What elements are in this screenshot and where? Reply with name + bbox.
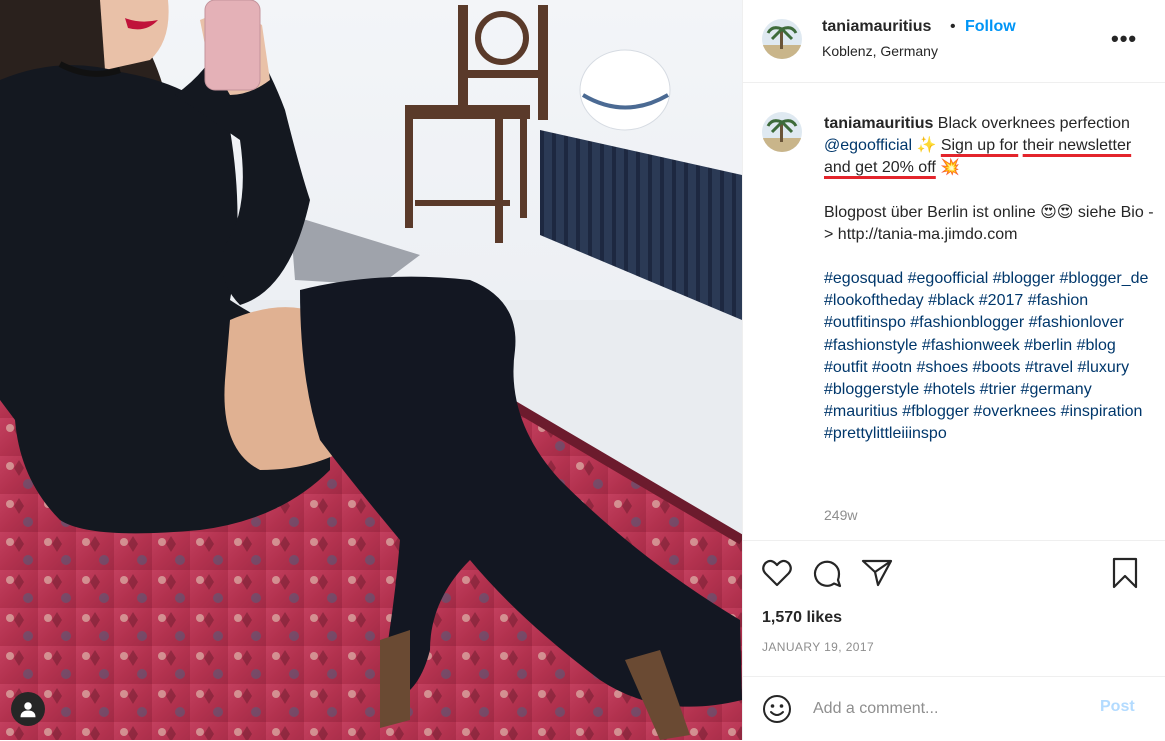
caption-avatar[interactable] — [762, 112, 802, 152]
user-icon — [20, 702, 36, 718]
comment-bar: Post — [743, 676, 1165, 741]
post-photo[interactable] — [0, 0, 742, 740]
boom-emoji: 💥 — [935, 159, 961, 177]
tagged-user-button[interactable] — [11, 692, 45, 726]
follow-button[interactable]: Follow — [965, 18, 1016, 36]
post-side-panel: taniamauritius • Follow Koblenz, Germany… — [742, 0, 1165, 740]
comment-icon[interactable] — [812, 559, 842, 589]
post-caption: taniamauritius Black overknees perfectio… — [824, 113, 1154, 446]
avatar-image — [762, 19, 802, 59]
avatar[interactable] — [762, 19, 802, 59]
avatar-image — [762, 112, 802, 152]
caption-text: Black overknees perfection — [933, 115, 1130, 132]
photo-illustration — [0, 0, 742, 740]
header-username[interactable]: taniamauritius — [822, 18, 931, 36]
mention-link[interactable]: @egoofficial — [824, 137, 912, 154]
bookmark-icon[interactable] — [1112, 557, 1138, 589]
caption-hashtags[interactable]: #egosquad #egoofficial #blogger #blogger… — [824, 268, 1154, 446]
post-comment-button[interactable]: Post — [1100, 698, 1135, 716]
likes-count[interactable]: 1,570 likes — [762, 609, 842, 627]
caption-username[interactable]: taniamauritius — [824, 115, 933, 132]
location-link[interactable]: Koblenz, Germany — [822, 43, 938, 59]
share-icon[interactable] — [861, 559, 893, 587]
sparkle-emoji: ✨ — [912, 137, 937, 155]
more-options-icon[interactable]: ••• — [1111, 26, 1137, 52]
caption-blogpost: Blogpost über Berlin ist online 😍😍 siehe… — [824, 203, 1154, 243]
post-header: taniamauritius • Follow Koblenz, Germany… — [743, 0, 1165, 83]
header-separator: • — [950, 18, 956, 35]
emoji-icon[interactable] — [762, 694, 792, 724]
highlighted-text-1: Sign up for — [940, 137, 1019, 155]
post-date: JANUARY 19, 2017 — [762, 640, 875, 654]
caption-time: 249w — [824, 507, 858, 523]
comment-input[interactable] — [811, 695, 1085, 723]
heart-icon[interactable] — [762, 559, 792, 587]
